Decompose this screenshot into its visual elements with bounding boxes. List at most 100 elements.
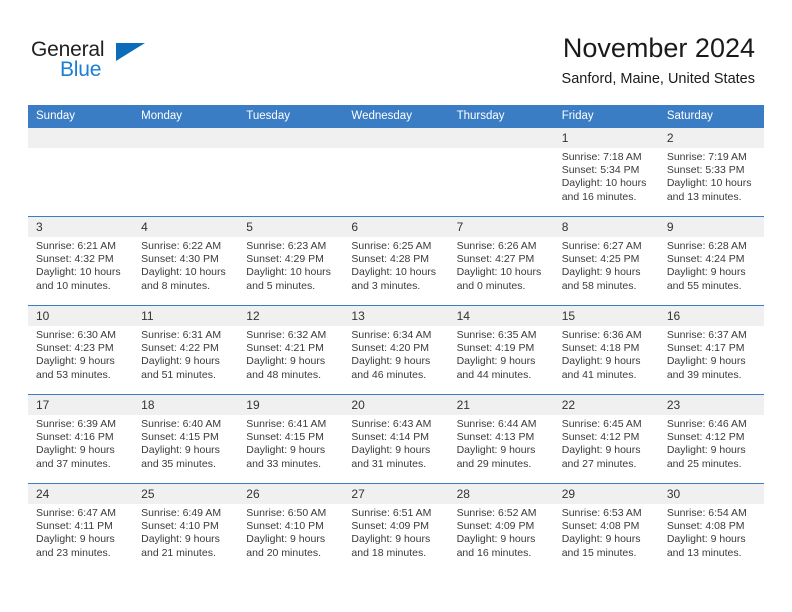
sunset-text: Sunset: 4:08 PM xyxy=(561,520,640,533)
calendar-header-row: Sunday Monday Tuesday Wednesday Thursday… xyxy=(28,105,764,128)
sunset-text: Sunset: 4:25 PM xyxy=(561,253,640,266)
day-details: Sunrise: 7:19 AM Sunset: 5:33 PM Daylight:… xyxy=(659,148,764,204)
daylight-text: Daylight: 10 hours and 5 minutes. xyxy=(246,266,331,292)
generalblue-logo[interactable]: General Blue xyxy=(31,38,191,84)
day-cell[interactable]: 8 Sunrise: 6:27 AM Sunset: 4:25 PM Daylight… xyxy=(553,216,659,306)
day-number: 28 xyxy=(448,484,554,504)
day-cell[interactable]: 12 Sunrise: 6:32 AM Sunset: 4:21 PM Dayligh… xyxy=(238,305,344,395)
day-details: Sunrise: 6:53 AM Sunset: 4:08 PM Daylight:… xyxy=(554,504,659,560)
day-cell[interactable]: 14 Sunrise: 6:35 AM Sunset: 4:19 PM Dayligh… xyxy=(448,305,554,395)
day-cell[interactable]: 16 Sunrise: 6:37 AM Sunset: 4:17 PM Dayligh… xyxy=(658,305,764,395)
sunset-text: Sunset: 4:15 PM xyxy=(246,431,324,444)
day-cell[interactable]: 17 Sunrise: 6:39 AM Sunset: 4:16 PM Dayligh… xyxy=(28,394,134,484)
day-details: Sunrise: 6:22 AM Sunset: 4:30 PM Daylight:… xyxy=(133,237,238,293)
weekday-header-tuesday: Tuesday xyxy=(238,105,344,128)
day-cell[interactable]: 28 Sunrise: 6:52 AM Sunset: 4:09 PM Dayligh… xyxy=(448,483,554,572)
daylight-text: Daylight: 9 hours and 41 minutes. xyxy=(561,355,641,381)
day-cell-empty xyxy=(28,128,134,217)
day-cell[interactable]: 24 Sunrise: 6:47 AM Sunset: 4:11 PM Dayligh… xyxy=(28,483,134,572)
sunset-text: Sunset: 4:16 PM xyxy=(36,431,114,444)
day-number xyxy=(343,128,449,148)
day-cell[interactable]: 11 Sunrise: 6:31 AM Sunset: 4:22 PM Dayligh… xyxy=(133,305,239,395)
day-cell[interactable]: 10 Sunrise: 6:30 AM Sunset: 4:23 PM Dayligh… xyxy=(28,305,134,395)
day-details: Sunrise: 6:28 AM Sunset: 4:24 PM Daylight:… xyxy=(659,237,764,293)
day-number: 22 xyxy=(553,395,659,415)
daylight-text: Daylight: 9 hours and 27 minutes. xyxy=(561,444,641,470)
day-number: 19 xyxy=(238,395,344,415)
sunset-text: Sunset: 4:29 PM xyxy=(246,253,324,266)
weekday-header-saturday: Saturday xyxy=(658,105,764,128)
day-cell-empty xyxy=(133,128,239,217)
day-details: Sunrise: 6:35 AM Sunset: 4:19 PM Daylight:… xyxy=(449,326,554,382)
sunset-text: Sunset: 4:22 PM xyxy=(141,342,219,355)
day-cell[interactable]: 13 Sunrise: 6:34 AM Sunset: 4:20 PM Dayligh… xyxy=(343,305,449,395)
day-cell[interactable]: 1 Sunrise: 7:18 AM Sunset: 5:34 PM Daylight… xyxy=(553,128,659,217)
day-number: 1 xyxy=(553,128,659,148)
sunset-text: Sunset: 4:15 PM xyxy=(141,431,219,444)
daylight-text: Daylight: 10 hours and 8 minutes. xyxy=(141,266,226,292)
day-number: 12 xyxy=(238,306,344,326)
day-cell[interactable]: 30 Sunrise: 6:54 AM Sunset: 4:08 PM Dayligh… xyxy=(658,483,764,572)
day-cell[interactable]: 23 Sunrise: 6:46 AM Sunset: 4:12 PM Dayligh… xyxy=(658,394,764,484)
day-number xyxy=(28,128,134,148)
day-details: Sunrise: 6:36 AM Sunset: 4:18 PM Daylight:… xyxy=(554,326,659,382)
day-cell[interactable]: 6 Sunrise: 6:25 AM Sunset: 4:28 PM Daylight… xyxy=(343,216,449,306)
day-cell[interactable]: 5 Sunrise: 6:23 AM Sunset: 4:29 PM Daylight… xyxy=(238,216,344,306)
day-cell[interactable]: 2 Sunrise: 7:19 AM Sunset: 5:33 PM Daylight… xyxy=(658,128,764,217)
sunrise-text: Sunrise: 6:30 AM xyxy=(36,329,116,341)
day-number: 8 xyxy=(553,217,659,237)
daylight-text: Daylight: 9 hours and 16 minutes. xyxy=(456,533,536,559)
sunrise-text: Sunrise: 6:46 AM xyxy=(666,418,747,430)
sunrise-text: Sunrise: 6:32 AM xyxy=(246,329,327,341)
daylight-text: Daylight: 10 hours and 3 minutes. xyxy=(351,266,437,292)
daylight-text: Daylight: 9 hours and 31 minutes. xyxy=(351,444,431,470)
day-number: 13 xyxy=(343,306,449,326)
sunrise-text: Sunrise: 6:51 AM xyxy=(351,507,432,519)
sunrise-text: Sunrise: 6:52 AM xyxy=(456,507,537,519)
day-number: 3 xyxy=(28,217,134,237)
sunset-text: Sunset: 4:09 PM xyxy=(351,520,430,533)
day-number: 5 xyxy=(238,217,344,237)
sunrise-text: Sunrise: 6:26 AM xyxy=(456,240,537,252)
day-cell[interactable]: 9 Sunrise: 6:28 AM Sunset: 4:24 PM Daylight… xyxy=(658,216,764,306)
day-cell[interactable]: 27 Sunrise: 6:51 AM Sunset: 4:09 PM Dayligh… xyxy=(343,483,449,572)
sunrise-text: Sunrise: 6:28 AM xyxy=(666,240,747,252)
day-details: Sunrise: 6:44 AM Sunset: 4:13 PM Daylight:… xyxy=(449,415,554,471)
page-header: General Blue November 2024 Sanford, Main… xyxy=(0,0,792,104)
sunset-text: Sunset: 4:14 PM xyxy=(351,431,430,444)
day-cell[interactable]: 20 Sunrise: 6:43 AM Sunset: 4:14 PM Dayligh… xyxy=(343,394,449,484)
calendar-week-row: 10 Sunrise: 6:30 AM Sunset: 4:23 PM Dayligh… xyxy=(28,305,764,395)
day-cell[interactable]: 15 Sunrise: 6:36 AM Sunset: 4:18 PM Dayligh… xyxy=(553,305,659,395)
day-cell[interactable]: 19 Sunrise: 6:41 AM Sunset: 4:15 PM Dayligh… xyxy=(238,394,344,484)
day-number: 27 xyxy=(343,484,449,504)
sunrise-text: Sunrise: 6:40 AM xyxy=(141,418,222,430)
daylight-text: Daylight: 9 hours and 39 minutes. xyxy=(666,355,746,381)
day-details: Sunrise: 6:34 AM Sunset: 4:20 PM Daylight:… xyxy=(343,326,448,382)
day-cell[interactable]: 18 Sunrise: 6:40 AM Sunset: 4:15 PM Dayligh… xyxy=(133,394,239,484)
day-cell[interactable]: 26 Sunrise: 6:50 AM Sunset: 4:10 PM Dayligh… xyxy=(238,483,344,572)
day-cell[interactable]: 21 Sunrise: 6:44 AM Sunset: 4:13 PM Dayligh… xyxy=(448,394,554,484)
day-cell[interactable]: 29 Sunrise: 6:53 AM Sunset: 4:08 PM Dayligh… xyxy=(553,483,659,572)
day-details: Sunrise: 6:50 AM Sunset: 4:10 PM Daylight:… xyxy=(238,504,343,560)
day-cell[interactable]: 7 Sunrise: 6:26 AM Sunset: 4:27 PM Daylight… xyxy=(448,216,554,306)
sunrise-text: Sunrise: 6:49 AM xyxy=(141,507,222,519)
day-details: Sunrise: 6:52 AM Sunset: 4:09 PM Daylight:… xyxy=(449,504,554,560)
day-number: 29 xyxy=(553,484,659,504)
sunset-text: Sunset: 4:13 PM xyxy=(456,431,535,444)
sunrise-text: Sunrise: 6:45 AM xyxy=(561,418,642,430)
day-cell[interactable]: 25 Sunrise: 6:49 AM Sunset: 4:10 PM Dayligh… xyxy=(133,483,239,572)
day-cell-empty xyxy=(448,128,554,217)
day-number: 16 xyxy=(658,306,764,326)
day-cell[interactable]: 3 Sunrise: 6:21 AM Sunset: 4:32 PM Daylight… xyxy=(28,216,134,306)
daylight-text: Daylight: 9 hours and 44 minutes. xyxy=(456,355,536,381)
calendar-body: 1 Sunrise: 7:18 AM Sunset: 5:34 PM Daylight… xyxy=(28,128,764,572)
sunset-text: Sunset: 4:11 PM xyxy=(36,520,113,533)
day-number: 10 xyxy=(28,306,134,326)
daylight-text: Daylight: 9 hours and 48 minutes. xyxy=(246,355,326,381)
day-cell[interactable]: 4 Sunrise: 6:22 AM Sunset: 4:30 PM Daylight… xyxy=(133,216,239,306)
day-cell[interactable]: 22 Sunrise: 6:45 AM Sunset: 4:12 PM Dayligh… xyxy=(553,394,659,484)
daylight-text: Daylight: 9 hours and 35 minutes. xyxy=(141,444,220,470)
weekday-header-monday: Monday xyxy=(133,105,239,128)
day-number xyxy=(133,128,239,148)
sunset-text: Sunset: 4:28 PM xyxy=(351,253,430,266)
